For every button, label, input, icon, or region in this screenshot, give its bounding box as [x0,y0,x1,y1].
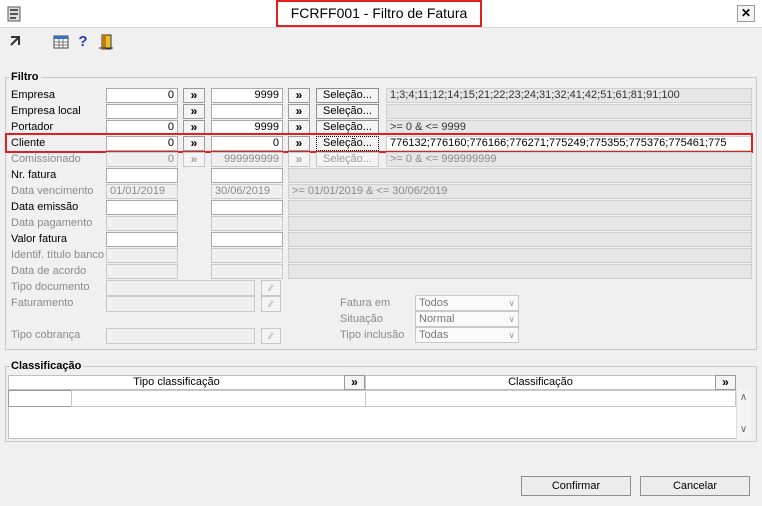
help-icon[interactable]: ? [75,34,91,50]
identif-titulo-banco-to-input [211,248,283,263]
faturamento-input [106,296,255,312]
portador-label: Portador [11,121,54,133]
data-emissao-label: Data emissão [11,201,79,213]
data-emissao-info [288,200,752,215]
empresa-local-arrow-button[interactable]: » [183,104,205,119]
door-icon[interactable] [98,34,114,50]
empresa-to-input[interactable]: 9999 [211,88,283,103]
tipo-documento-label: Tipo documento [11,281,90,293]
tipo-cobranca-input [106,328,255,344]
tipo-documento-lookup-icon: ⁄⁄ [261,280,281,296]
fatura-em-label: Fatura em [340,297,391,309]
empresa-local-selecao-button[interactable]: Seleção... [316,104,379,119]
fatura-em-select[interactable]: Todos ∨ [415,295,519,311]
situacao-label: Situação [340,313,383,325]
identif-titulo-banco-info [288,248,752,263]
data-de-acordo-label: Data de acordo [11,265,87,277]
comissionado-arrow-button: » [183,152,205,167]
comissionado-to-arrow-button: » [288,152,310,167]
situacao-select[interactable]: Normal ∨ [415,311,519,327]
empresa-local-to-input[interactable] [211,104,283,119]
tipo-inclusao-value: Todas [419,329,449,341]
tipo-cobranca-lookup-icon: ⁄⁄ [261,328,281,344]
tipo-cobranca-label: Tipo cobrança [11,329,81,341]
classificacao-legend: Classificação [9,360,84,372]
chevron-down-icon[interactable]: ∨ [737,424,750,436]
valor-fatura-label: Valor fatura [11,233,68,245]
data-vencimento-label: Data vencimento [11,185,94,197]
grid-cell[interactable] [8,390,72,407]
data-de-acordo-to-input [211,264,283,279]
empresa-from-input[interactable]: 0 [106,88,178,103]
data-pagamento-label: Data pagamento [11,217,93,229]
tipo-classificacao-arrow-button[interactable]: » [344,375,365,390]
nr-fatura-to-input[interactable] [211,168,283,183]
situacao-value: Normal [419,313,455,325]
comissionado-info: >= 0 & <= 999999999 [386,152,752,167]
data-emissao-to-input[interactable] [211,200,283,215]
nr-fatura-label: Nr. fatura [11,169,57,181]
empresa-local-info [386,104,752,119]
comissionado-label: Comissionado [11,153,81,165]
tipo-classificacao-header: Tipo classificação [8,375,345,390]
data-de-acordo-info [288,264,752,279]
empresa-arrow-button[interactable]: » [183,88,205,103]
faturamento-label: Faturamento [11,297,74,309]
chevron-down-icon: ∨ [508,330,515,340]
comissionado-to-input: 999999999 [211,152,283,167]
comissionado-from-input: 0 [106,152,178,167]
close-button[interactable]: ✕ [737,5,755,22]
filtro-legend: Filtro [9,71,41,83]
valor-fatura-info [288,232,752,247]
tipo-documento-input [106,280,255,296]
valor-fatura-to-input[interactable] [211,232,283,247]
data-vencimento-from-input: 01/01/2019 [106,184,178,199]
chevron-down-icon: ∨ [508,314,515,324]
app-icon [7,6,21,22]
fatura-em-value: Todos [419,297,449,309]
comissionado-selecao-button: Seleção... [316,152,379,167]
chevron-down-icon: ∨ [508,298,515,308]
empresa-selecao-button[interactable]: Seleção... [316,88,379,103]
faturamento-lookup-icon: ⁄⁄ [261,296,281,312]
nr-fatura-info [288,168,752,183]
window-title: FCRFF001 - Filtro de Fatura [290,5,468,21]
valor-fatura-from-input[interactable] [106,232,178,247]
tipo-inclusao-select[interactable]: Todas ∨ [415,327,519,343]
nr-fatura-from-input[interactable] [106,168,178,183]
empresa-info: 1;3;4;11;12;14;15;21;22;23;24;31;32;41;4… [386,88,752,103]
confirm-button[interactable]: Confirmar [521,476,631,496]
data-pagamento-to-input [211,216,283,231]
grid-cell[interactable] [365,390,736,407]
cliente-row-highlight [5,133,753,153]
data-de-acordo-from-input [106,264,178,279]
empresa-to-arrow-button[interactable]: » [288,88,310,103]
exit-icon[interactable] [8,34,24,50]
identif-titulo-banco-from-input [106,248,178,263]
data-pagamento-from-input [106,216,178,231]
classificacao-header: Classificação [365,375,716,390]
cancel-button[interactable]: Cancelar [640,476,750,496]
grid-cell[interactable] [71,390,366,407]
data-vencimento-info: >= 01/01/2019 & <= 30/06/2019 [288,184,752,199]
chevron-up-icon[interactable]: ∧ [737,392,750,404]
data-pagamento-info [288,216,752,231]
classificacao-arrow-button[interactable]: » [715,375,736,390]
empresa-local-to-arrow-button[interactable]: » [288,104,310,119]
empresa-label: Empresa [11,89,56,101]
identif-titulo-banco-label: Identif. título banco [11,249,104,261]
empresa-local-label: Empresa local [11,105,81,117]
data-emissao-from-input[interactable] [106,200,178,215]
grid-icon[interactable] [53,34,69,50]
empresa-local-from-input[interactable] [106,104,178,119]
data-vencimento-to-input: 30/06/2019 [211,184,283,199]
tipo-inclusao-label: Tipo inclusão [340,329,405,341]
